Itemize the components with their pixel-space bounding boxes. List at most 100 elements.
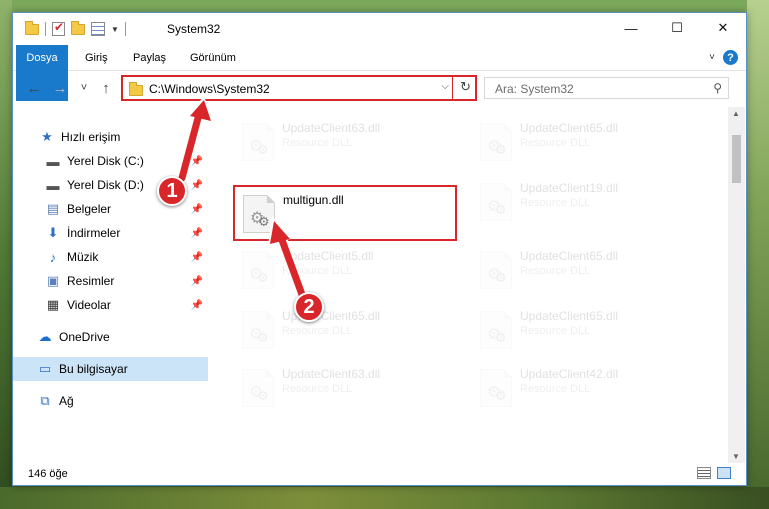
file-type: Resource DLL: [520, 197, 591, 209]
video-icon: ▦: [46, 297, 60, 312]
file-name: UpdateClient5.dll: [282, 249, 374, 263]
file-item-multigun[interactable]: ⚙ ⚙ multigun.dll: [233, 185, 457, 241]
file-type: Resource DLL: [520, 383, 591, 395]
desktop-wallpaper-left: [0, 0, 12, 509]
properties-check-icon[interactable]: [52, 20, 65, 36]
scrollbar-thumb[interactable]: [732, 135, 741, 183]
file-item[interactable]: ⚙ ⚙ UpdateClient63.dll Resource DLL: [234, 115, 458, 171]
window-controls: — ☐ ✕: [608, 13, 746, 43]
tab-view[interactable]: Görünüm: [180, 45, 246, 71]
file-item[interactable]: ⚙ ⚙ UpdateClient65.dll Resource DLL: [472, 115, 696, 171]
new-folder-icon[interactable]: [71, 20, 85, 35]
desktop-wallpaper-right: [747, 0, 769, 509]
step-1-badge: 1: [157, 176, 187, 206]
dll-file-icon: ⚙ ⚙: [480, 251, 512, 289]
close-button[interactable]: ✕: [700, 13, 746, 43]
cloud-icon: ☁: [38, 329, 52, 344]
pin-icon[interactable]: 📌: [191, 204, 203, 215]
file-item[interactable]: ⚙ ⚙ UpdateClient63.dll Resource DLL: [234, 361, 458, 417]
dll-file-icon: ⚙ ⚙: [480, 123, 512, 161]
file-name: multigun.dll: [283, 193, 344, 207]
minimize-button[interactable]: —: [608, 13, 654, 43]
file-item[interactable]: ⚙ ⚙ UpdateClient42.dll Resource DLL: [472, 361, 696, 417]
file-list: ⚙ ⚙ UpdateClient63.dll Resource DLL ⚙ ⚙ mu…: [210, 107, 728, 463]
help-icon[interactable]: ?: [723, 50, 738, 65]
folder-icon: [129, 82, 143, 96]
pin-icon[interactable]: 📌: [191, 276, 203, 287]
file-type: Resource DLL: [282, 325, 353, 337]
sidebar-item-label: Yerel Disk (D:): [67, 178, 144, 192]
title-bar: ▼ System32 — ☐ ✕: [13, 13, 746, 45]
pin-icon[interactable]: 📌: [191, 180, 203, 191]
sidebar-item-music[interactable]: ♪ Müzik 📌: [13, 245, 209, 269]
music-icon: ♪: [49, 249, 57, 265]
expand-ribbon-icon[interactable]: ˅: [709, 52, 715, 63]
computer-icon: ▭: [38, 361, 52, 376]
desktop-wallpaper-bottom: [0, 487, 769, 509]
file-item[interactable]: ⚙ ⚙ UpdateClient5.dll Resource DLL: [234, 243, 458, 299]
toolbar-divider: [45, 22, 46, 36]
refresh-icon[interactable]: ↻: [460, 79, 471, 95]
sidebar-item-label: Müzik: [67, 250, 99, 264]
sidebar-item-this-pc[interactable]: ▭ Bu bilgisayar: [13, 357, 208, 381]
maximize-button[interactable]: ☐: [654, 13, 700, 43]
pictures-icon: ▣: [46, 273, 60, 288]
sidebar-item-network[interactable]: ⧉ Ağ: [13, 389, 209, 413]
folder-icon: [25, 20, 39, 35]
tab-home[interactable]: Giriş: [75, 45, 118, 71]
dll-file-icon: ⚙ ⚙: [242, 251, 274, 289]
file-item[interactable]: ⚙ ⚙ UpdateClient19.dll Resource DLL: [472, 175, 696, 231]
ribbon: Dosya Giriş Paylaş Görünüm ˅ ?: [13, 45, 746, 101]
tab-share[interactable]: Paylaş: [123, 45, 176, 71]
drive-icon: ▬: [46, 153, 60, 169]
pin-icon[interactable]: 📌: [191, 156, 203, 167]
file-item[interactable]: ⚙ ⚙ UpdateClient65.dll Resource DLL: [234, 303, 458, 359]
chevron-down-icon[interactable]: ⌵: [441, 81, 449, 92]
search-input[interactable]: Ara: System32 ⚲: [484, 77, 729, 99]
tiles-view-icon[interactable]: [717, 467, 731, 479]
back-button[interactable]: ←: [25, 79, 43, 97]
file-item[interactable]: ⚙ ⚙ UpdateClient65.dll Resource DLL: [472, 303, 696, 359]
sidebar-item-label: Videolar: [67, 298, 111, 312]
details-view-icon[interactable]: [697, 467, 711, 479]
sidebar-item-pictures[interactable]: ▣ Resimler 📌: [13, 269, 209, 293]
address-path[interactable]: C:\Windows\System32: [149, 82, 270, 96]
sidebar-item-quick-access[interactable]: ★ Hızlı erişim: [13, 125, 209, 149]
file-type: Resource DLL: [282, 137, 353, 149]
address-bar[interactable]: C:\Windows\System32 ⌵ ↻: [121, 75, 477, 101]
pin-icon[interactable]: 📌: [191, 300, 203, 311]
up-button[interactable]: ↑: [97, 79, 115, 97]
file-type: Resource DLL: [520, 265, 591, 277]
search-icon[interactable]: ⚲: [713, 81, 722, 95]
documents-icon: ▤: [46, 201, 60, 216]
sidebar-item-label: Bu bilgisayar: [59, 362, 128, 376]
sidebar-item-disk-c[interactable]: ▬ Yerel Disk (C:) 📌: [13, 149, 209, 173]
sidebar-item-onedrive[interactable]: ☁ OneDrive: [13, 325, 209, 349]
drive-icon: ▬: [46, 177, 60, 193]
vertical-scrollbar[interactable]: ▲ ▼: [728, 107, 745, 463]
dll-file-icon: ⚙ ⚙: [480, 183, 512, 221]
sidebar-item-label: Hızlı erişim: [61, 130, 121, 144]
sidebar-item-videos[interactable]: ▦ Videolar 📌: [13, 293, 209, 317]
pin-icon[interactable]: 📌: [191, 252, 203, 263]
forward-button[interactable]: →: [51, 79, 69, 97]
dll-file-icon: ⚙ ⚙: [242, 369, 274, 407]
sidebar-item-downloads[interactable]: ⬇ İndirmeler 📌: [13, 221, 209, 245]
dll-file-icon: ⚙ ⚙: [242, 123, 274, 161]
scroll-up-icon[interactable]: ▲: [732, 109, 740, 118]
network-icon: ⧉: [40, 393, 50, 408]
dll-file-icon: ⚙ ⚙: [243, 195, 275, 233]
file-name: UpdateClient65.dll: [520, 309, 619, 323]
scroll-down-icon[interactable]: ▼: [732, 452, 740, 461]
file-item[interactable]: ⚙ ⚙ UpdateClient65.dll Resource DLL: [472, 243, 696, 299]
recent-locations-button[interactable]: ˅: [75, 79, 93, 97]
pin-icon[interactable]: 📌: [191, 228, 203, 239]
dll-file-icon: ⚙ ⚙: [480, 311, 512, 349]
file-name: UpdateClient65.dll: [520, 121, 619, 135]
status-bar: 146 öğe: [13, 463, 746, 485]
list-properties-icon[interactable]: [91, 22, 105, 36]
step-2-badge: 2: [294, 292, 324, 322]
window-title: System32: [167, 22, 221, 36]
chevron-down-icon[interactable]: ▼: [111, 25, 119, 34]
star-icon: ★: [41, 129, 53, 144]
